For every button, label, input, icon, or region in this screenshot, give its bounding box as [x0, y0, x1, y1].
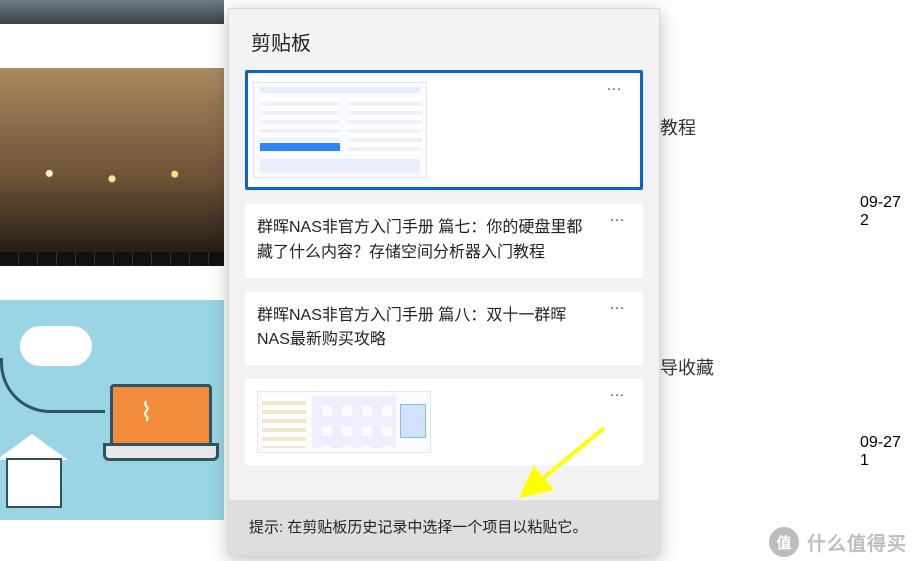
clipboard-title: 剪贴板 — [229, 9, 659, 70]
clipboard-panel: 剪贴板 … 群晖NAS非官方入门手册 篇七：你的硬盘里都藏了什么内容？存储空间分… — [228, 8, 660, 556]
watermark: 值 什么值得买 — [769, 527, 907, 557]
bg-image-iot: ⌇ — [0, 300, 224, 520]
clipboard-item-text: 群晖NAS非官方入门手册 篇七：你的硬盘里都藏了什么内容？存储空间分析器入门教程 — [257, 216, 635, 266]
clipboard-tip: 提示: 在剪贴板历史记录中选择一个项目以粘贴它。 — [229, 500, 659, 555]
bg-row-1 — [0, 68, 224, 266]
bg-row2-title: 导收藏 — [660, 354, 714, 380]
clipboard-item-1[interactable]: … — [245, 70, 643, 190]
clipboard-item-more-icon[interactable]: … — [609, 208, 627, 226]
clipboard-item-4[interactable]: … — [245, 379, 643, 465]
watermark-text: 什么值得买 — [807, 529, 907, 556]
clipboard-item-thumbnail — [257, 391, 431, 453]
clipboard-list: … 群晖NAS非官方入门手册 篇七：你的硬盘里都藏了什么内容？存储空间分析器入门… — [229, 70, 659, 500]
bg-thumb-top — [0, 0, 224, 24]
clipboard-item-more-icon[interactable]: … — [609, 296, 627, 314]
clipboard-item-2[interactable]: 群晖NAS非官方入门手册 篇七：你的硬盘里都藏了什么内容？存储空间分析器入门教程… — [245, 204, 643, 278]
bg-image-flares — [0, 68, 224, 266]
watermark-badge: 值 — [769, 527, 799, 557]
clipboard-item-thumbnail — [253, 82, 427, 178]
clipboard-item-more-icon[interactable]: … — [609, 383, 627, 401]
clipboard-item-text: 群晖NAS非官方入门手册 篇八：双十一群晖NAS最新购买攻略 — [257, 304, 635, 354]
bg-row1-title: 教程 — [660, 114, 696, 140]
clipboard-item-3[interactable]: 群晖NAS非官方入门手册 篇八：双十一群晖NAS最新购买攻略 … — [245, 292, 643, 366]
bg-row1-date: 09-27 2 — [860, 194, 913, 230]
clipboard-item-more-icon[interactable]: … — [606, 77, 624, 95]
bg-row2-date: 09-27 1 — [860, 434, 913, 470]
